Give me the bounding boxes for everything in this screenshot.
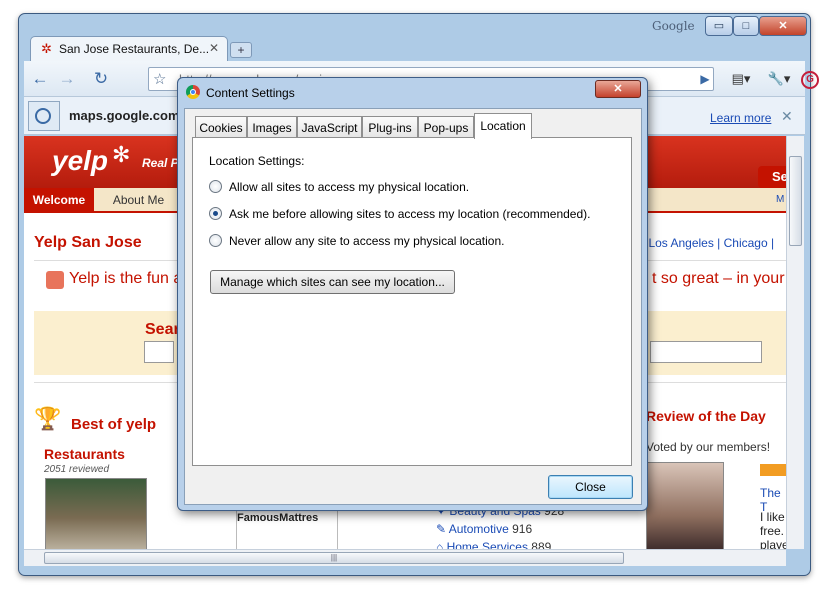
- dialog-body: Cookies Images JavaScript Plug-ins Pop-u…: [184, 108, 642, 505]
- nav-about-me[interactable]: About Me: [94, 188, 184, 213]
- tab-images[interactable]: Images: [247, 116, 297, 138]
- minimize-button[interactable]: ▭: [705, 16, 733, 36]
- promo-tagline-text: Yelp is the fun a: [69, 270, 183, 287]
- reviewer-photo[interactable]: [646, 462, 724, 549]
- rating-stars-icon: [760, 464, 786, 476]
- tab-title: San Jose Restaurants, De...: [59, 42, 210, 56]
- yelp-mini-icon: [46, 271, 64, 289]
- search-input[interactable]: [144, 341, 174, 363]
- location-input[interactable]: [650, 341, 762, 363]
- city-title: Yelp San Jose: [34, 234, 142, 251]
- yelp-tagline: Real P: [142, 156, 179, 170]
- horizontal-scroll-thumb[interactable]: |||: [44, 552, 624, 564]
- chrome-icon: [186, 85, 200, 99]
- content-settings-dialog: Content Settings ✕ Cookies Images JavaSc…: [177, 77, 648, 511]
- infobar-close-icon[interactable]: ✕: [781, 108, 793, 125]
- radio-allow-all[interactable]: [209, 180, 222, 193]
- map-icon: [28, 101, 60, 131]
- category-icon: ✎: [436, 522, 447, 536]
- page-menu-icon[interactable]: ▤▾: [726, 69, 756, 89]
- reviewed-count: 2051 reviewed: [44, 464, 110, 475]
- maximize-button[interactable]: □: [733, 16, 759, 36]
- go-icon[interactable]: ▶: [694, 69, 716, 89]
- bookmark-star-icon[interactable]: ☆: [153, 70, 166, 88]
- review-of-the-day-heading: Review of the Day: [646, 408, 766, 424]
- back-arrow-icon[interactable]: ←: [29, 69, 51, 89]
- category-icon: ⌂: [436, 540, 444, 549]
- vertical-scrollbar[interactable]: [786, 136, 804, 549]
- trophy-icon: 🏆: [34, 406, 62, 431]
- window-brand: Google: [652, 19, 695, 33]
- review-snippet: I like free. playe: [760, 510, 786, 549]
- location-settings-panel: Location Settings: Allow all sites to ac…: [192, 137, 632, 466]
- ad-text: FamousMattres: [237, 512, 319, 524]
- radio-ask-before[interactable]: [209, 207, 222, 220]
- dialog-close-icon[interactable]: ✕: [595, 80, 641, 98]
- wrench-menu-icon[interactable]: 🔧▾: [762, 69, 796, 89]
- browser-tab[interactable]: ✲ San Jose Restaurants, De... ✕: [30, 36, 228, 61]
- search-button[interactable]: Se: [758, 166, 786, 188]
- infobar-site: maps.google.com: [69, 108, 180, 123]
- new-tab-button[interactable]: +: [230, 42, 252, 58]
- yelp-burst-icon: ✻: [112, 142, 131, 167]
- yelp-favicon-icon: ✲: [41, 41, 52, 56]
- manage-sites-button[interactable]: Manage which sites can see my location..…: [210, 270, 455, 294]
- tab-close-icon[interactable]: ✕: [209, 41, 219, 55]
- window-close-button[interactable]: ✕: [759, 16, 807, 36]
- tab-cookies[interactable]: Cookies: [195, 116, 247, 138]
- yelp-logo[interactable]: yelp: [52, 145, 108, 177]
- location-tracking-icon[interactable]: G: [801, 71, 819, 89]
- list-item[interactable]: ✎ Automotive 916: [436, 522, 532, 536]
- promo-tagline-end: t so great – in your a: [652, 270, 786, 287]
- voted-text: Voted by our members!: [646, 440, 771, 454]
- restaurant-photo[interactable]: [45, 478, 147, 549]
- close-button[interactable]: Close: [548, 475, 633, 499]
- dialog-title: Content Settings: [206, 86, 295, 100]
- other-cities-links[interactable]: | Los Angeles | Chicago |: [642, 236, 774, 250]
- radio-label-allow-all[interactable]: Allow all sites to access my physical lo…: [229, 180, 469, 194]
- forward-arrow-icon[interactable]: →: [56, 69, 78, 89]
- list-item[interactable]: ⌂ Home Services 889: [436, 540, 551, 549]
- reload-icon[interactable]: ↻: [90, 69, 112, 89]
- restaurants-link[interactable]: Restaurants: [44, 446, 125, 462]
- vertical-scroll-thumb[interactable]: [789, 156, 802, 246]
- learn-more-link[interactable]: Learn more: [710, 111, 771, 125]
- tab-location[interactable]: Location: [474, 113, 532, 139]
- radio-never-allow[interactable]: [209, 234, 222, 247]
- location-settings-heading: Location Settings:: [209, 154, 305, 168]
- horizontal-scrollbar[interactable]: |||: [24, 549, 786, 566]
- tab-popups[interactable]: Pop-ups: [418, 116, 474, 138]
- nav-welcome[interactable]: Welcome: [24, 188, 94, 213]
- radio-label-ask-before[interactable]: Ask me before allowing sites to access m…: [229, 207, 590, 221]
- tab-javascript[interactable]: JavaScript: [297, 116, 362, 138]
- best-of-heading: Best of yelp: [71, 416, 157, 433]
- nav-more[interactable]: M: [776, 194, 784, 205]
- tab-plugins[interactable]: Plug-ins: [362, 116, 418, 138]
- radio-label-never-allow[interactable]: Never allow any site to access my physic…: [229, 234, 504, 248]
